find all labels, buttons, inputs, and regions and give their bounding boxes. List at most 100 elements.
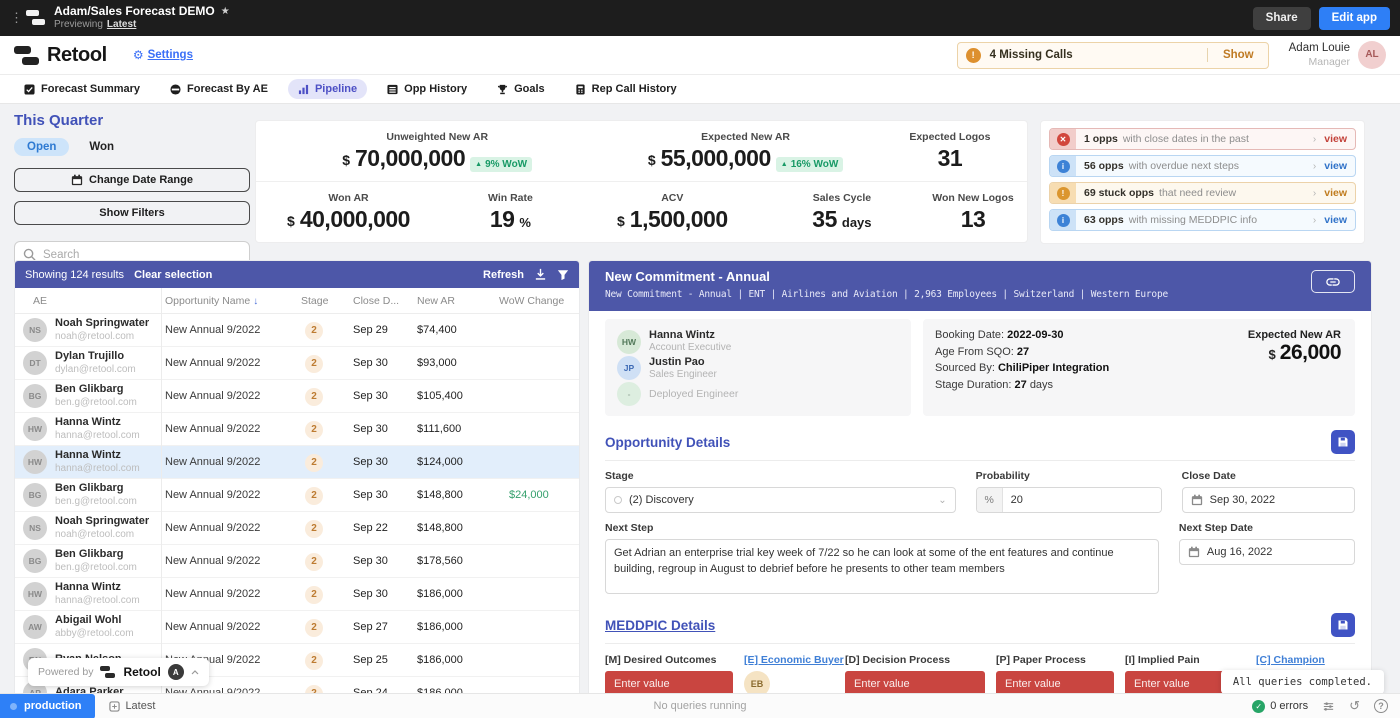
tab-rep-call-history[interactable]: Rep Call History bbox=[565, 79, 687, 99]
environment-chip[interactable]: production bbox=[0, 694, 95, 718]
tab-forecast-summary[interactable]: Forecast Summary bbox=[14, 79, 150, 99]
table-row[interactable]: AW Abigail Wohl abby@retool.com New Annu… bbox=[15, 611, 579, 644]
desired-outcomes-input[interactable] bbox=[605, 671, 733, 693]
filter-funnel-icon[interactable] bbox=[557, 269, 569, 281]
copy-link-button[interactable] bbox=[1311, 270, 1355, 293]
column-header-close-date[interactable]: Close D... bbox=[349, 295, 413, 307]
avatar[interactable]: AL bbox=[1358, 41, 1386, 69]
save-icon bbox=[1337, 619, 1349, 631]
tab-opp-history[interactable]: Opp History bbox=[377, 79, 477, 99]
view-link[interactable]: view bbox=[1324, 160, 1347, 172]
close-date: Sep 25 bbox=[349, 654, 413, 666]
alert-overdue-steps[interactable]: i 56 oppswith overdue next steps› view bbox=[1049, 155, 1356, 177]
save-opportunity-button[interactable] bbox=[1331, 430, 1355, 454]
clear-selection-button[interactable]: Clear selection bbox=[134, 269, 212, 281]
release-version[interactable]: Latest bbox=[109, 700, 155, 712]
table-row[interactable]: NS Noah Springwater noah@retool.com New … bbox=[15, 512, 579, 545]
expected-new-ar: Expected New AR $26,000 bbox=[1248, 329, 1341, 365]
toggle-won[interactable]: Won bbox=[89, 141, 114, 153]
table-body: NS Noah Springwater noah@retool.com New … bbox=[15, 314, 579, 693]
up-arrow-icon: ▲ bbox=[781, 161, 788, 168]
change-date-range-button[interactable]: Change Date Range bbox=[14, 168, 250, 192]
tab-bar: Forecast Summary Forecast By AE Pipeline… bbox=[0, 75, 1400, 104]
table-row[interactable]: DT Dylan Trujillo dylan@retool.com New A… bbox=[15, 347, 579, 380]
column-header-ae[interactable]: AE bbox=[15, 295, 161, 307]
chevron-up-icon[interactable] bbox=[191, 670, 199, 675]
table-header-row: AE Opportunity Name↓ Stage Close D... Ne… bbox=[15, 288, 579, 314]
toggle-open[interactable]: Open bbox=[14, 138, 69, 156]
probability-input[interactable] bbox=[1003, 488, 1161, 512]
view-link[interactable]: view bbox=[1324, 187, 1347, 199]
menu-dots-icon[interactable]: ⋮ bbox=[10, 10, 22, 26]
opportunity-name: New Annual 9/2022 bbox=[161, 324, 297, 336]
ae-name: Ben Glikbarg bbox=[55, 548, 137, 562]
opportunities-table: Showing 124 results Clear selection Refr… bbox=[14, 260, 580, 693]
champion-link[interactable]: [C] Champion bbox=[1256, 654, 1355, 666]
powered-by-label: Powered by bbox=[38, 666, 93, 678]
tab-pipeline[interactable]: Pipeline bbox=[288, 79, 367, 99]
kpi-label: Won New Logos bbox=[919, 192, 1027, 204]
column-header-opportunity[interactable]: Opportunity Name↓ bbox=[161, 295, 297, 307]
tab-goals[interactable]: Goals bbox=[487, 79, 555, 99]
table-row[interactable]: BG Ben Glikbarg ben.g@retool.com New Ann… bbox=[15, 479, 579, 512]
save-meddpic-button[interactable] bbox=[1331, 613, 1355, 637]
kpi-suffix: days bbox=[842, 215, 872, 230]
avatar: BG bbox=[23, 384, 47, 408]
history-icon[interactable]: ↺ bbox=[1349, 698, 1360, 714]
opportunity-name: New Annual 9/2022 bbox=[161, 357, 297, 369]
edit-app-button[interactable]: Edit app bbox=[1319, 7, 1390, 30]
settings-link[interactable]: ⚙ Settings bbox=[133, 48, 193, 62]
opportunity-name: New Annual 9/2022 bbox=[161, 423, 297, 435]
table-row[interactable]: BG Ben Glikbarg ben.g@retool.com New Ann… bbox=[15, 380, 579, 413]
new-ar-value: $178,560 bbox=[413, 555, 495, 567]
next-step-date-input[interactable]: Aug 16, 2022 bbox=[1179, 539, 1355, 565]
version-link[interactable]: Latest bbox=[107, 19, 136, 30]
refresh-button[interactable]: Refresh bbox=[483, 269, 524, 281]
table-row[interactable]: HW Hanna Wintz hanna@retool.com New Annu… bbox=[15, 413, 579, 446]
opp-history-icon bbox=[387, 84, 398, 95]
kpi-card: Unweighted New AR $70,000,000 ▲9% WoW Ex… bbox=[255, 120, 1028, 243]
show-button[interactable]: Show bbox=[1217, 49, 1260, 61]
tab-forecast-by-ae[interactable]: Forecast By AE bbox=[160, 79, 278, 99]
debug-tools-icon[interactable] bbox=[1322, 700, 1335, 713]
decision-process-input[interactable] bbox=[845, 671, 985, 693]
help-icon[interactable]: ? bbox=[1374, 699, 1388, 713]
errors-indicator[interactable]: ✓ 0 errors bbox=[1252, 700, 1308, 713]
favorite-star-icon[interactable]: ★ bbox=[221, 6, 230, 19]
opportunity-name: New Annual 9/2022 bbox=[161, 489, 297, 501]
economic-buyer-link[interactable]: [E] Economic Buyer bbox=[744, 654, 834, 666]
new-ar-value: $93,000 bbox=[413, 357, 495, 369]
paper-process-label: [P] Paper Process bbox=[996, 654, 1114, 666]
view-link[interactable]: view bbox=[1324, 133, 1347, 145]
alert-close-dates[interactable]: ✕ 1 oppswith close dates in the past› vi… bbox=[1049, 128, 1356, 150]
stage-select[interactable]: (2) Discovery ⌄ bbox=[605, 487, 956, 513]
alert-missing-meddpic[interactable]: i 63 oppswith missing MEDDPIC info› view bbox=[1049, 209, 1356, 231]
avatar: DT bbox=[23, 351, 47, 375]
kpi-label: Sales Cycle bbox=[765, 192, 919, 204]
column-header-stage[interactable]: Stage bbox=[297, 295, 349, 307]
table-row[interactable]: NS Noah Springwater noah@retool.com New … bbox=[15, 314, 579, 347]
share-button[interactable]: Share bbox=[1253, 7, 1311, 30]
new-ar-value: $111,600 bbox=[413, 423, 495, 435]
table-row[interactable]: HW Hanna Wintz hanna@retool.com New Annu… bbox=[15, 446, 579, 479]
column-header-new-ar[interactable]: New AR bbox=[413, 295, 495, 307]
table-row[interactable]: HW Hanna Wintz hanna@retool.com New Annu… bbox=[15, 578, 579, 611]
powered-by-retool-badge[interactable]: Powered by Retool A bbox=[28, 658, 209, 686]
opportunity-name: New Annual 9/2022 bbox=[161, 456, 297, 468]
economic-buyer-avatar[interactable]: EB bbox=[744, 671, 770, 693]
ae-email: ben.g@retool.com bbox=[55, 562, 137, 575]
column-header-wow-change[interactable]: WoW Change bbox=[495, 295, 579, 307]
kpi-value: 19 bbox=[490, 206, 515, 233]
close-date-input[interactable]: Sep 30, 2022 bbox=[1182, 487, 1355, 513]
paper-process-input[interactable] bbox=[996, 671, 1114, 693]
show-filters-button[interactable]: Show Filters bbox=[14, 201, 250, 225]
opportunity-name: New Annual 9/2022 bbox=[161, 555, 297, 567]
table-row[interactable]: BG Ben Glikbarg ben.g@retool.com New Ann… bbox=[15, 545, 579, 578]
alert-stuck-opps[interactable]: ! 69 stuck oppsthat need review› view bbox=[1049, 182, 1356, 204]
next-step-textarea[interactable]: Get Adrian an enterprise trial key week … bbox=[605, 539, 1159, 594]
view-link[interactable]: view bbox=[1324, 214, 1347, 226]
settings-label: Settings bbox=[148, 49, 193, 61]
download-icon[interactable] bbox=[534, 268, 547, 281]
avatar: NS bbox=[23, 516, 47, 540]
user-menu[interactable]: Adam Louie Manager AL bbox=[1289, 41, 1386, 70]
